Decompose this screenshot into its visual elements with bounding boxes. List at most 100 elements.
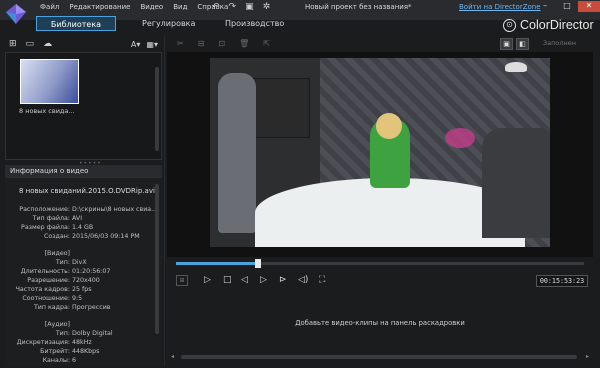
info-value: 6	[72, 357, 77, 364]
redo-icon[interactable]: ↷	[229, 2, 237, 12]
play-icon[interactable]: ▷	[204, 275, 211, 286]
info-value: 01:20:56:07	[72, 268, 111, 275]
main-tabs: Библиотека Регулировка Производство ⊙ Co…	[0, 14, 600, 34]
minimize-button[interactable]: –	[534, 1, 556, 12]
info-row: Тип: Dolby Digital	[5, 329, 155, 338]
crop-icon[interactable]: ✂	[177, 39, 184, 48]
compare-checkbox[interactable]: ⊞	[176, 275, 188, 286]
video-filename: 8 новых свиданий.2015.O.DVDRip.avi	[19, 187, 155, 195]
info-value: DivX	[72, 259, 87, 266]
info-row: Создан: 2015/06/03 09:14 PM	[5, 232, 155, 241]
next-frame-icon[interactable]: ▷	[260, 275, 267, 286]
merge-icon[interactable]: ⊡	[218, 39, 225, 48]
info-row: Частота кадров: 25 fps	[5, 285, 155, 294]
fullscreen-icon[interactable]: ⛶	[319, 275, 325, 286]
info-row	[5, 241, 155, 249]
tab-adjust[interactable]: Регулировка	[130, 16, 207, 31]
info-row: [Аудио]	[5, 320, 155, 329]
playback-controls: ⊞ ▷ □ ◁ ▷ ⊳ ◁) ⛶ 00:15:53:23	[167, 270, 593, 292]
video-info-panel: 8 новых свиданий.2015.O.DVDRip.avi Распо…	[5, 178, 162, 366]
info-row: Битрейт: 448Kbps	[5, 347, 155, 356]
export-icon[interactable]: ⇱	[263, 39, 270, 48]
font-size-dropdown[interactable]: A▾	[131, 40, 141, 49]
scroll-left-icon[interactable]: ◂	[171, 353, 174, 360]
timecode-display: 00:15:53:23	[536, 275, 588, 287]
info-row: Тип кадра: Прогрессив	[5, 303, 155, 312]
volume-icon[interactable]: ◁)	[298, 275, 308, 286]
info-key: Тип кадра:	[33, 304, 70, 311]
info-value: 48kHz	[72, 339, 92, 346]
info-key: Расположение:	[19, 206, 70, 213]
brand-name: ColorDirector	[520, 18, 594, 32]
menu-edit[interactable]: Редактирование	[69, 3, 130, 11]
scrub-played	[176, 262, 258, 265]
info-value: 25 fps	[72, 286, 92, 293]
maximize-button[interactable]: □	[556, 1, 578, 12]
info-row: [Видео]	[5, 249, 155, 258]
menu-file[interactable]: Файл	[40, 3, 59, 11]
info-key: Тип:	[55, 259, 70, 266]
info-scrollbar[interactable]	[155, 184, 159, 334]
quick-actions: ↶ ↷ ▣ ✲	[212, 2, 270, 12]
save-icon[interactable]: ▣	[245, 2, 254, 12]
info-row: Расположение: D:\скрины\8 новых свиа...	[5, 205, 158, 214]
library-scrollbar[interactable]	[155, 67, 159, 151]
adjust-icon[interactable]: ⊟	[198, 39, 205, 48]
media-library: 8 новых свида...	[5, 52, 162, 160]
info-row: Длительность: 01:20:56:07	[5, 267, 155, 276]
info-value: 1.4 GB	[72, 224, 94, 231]
info-row: Тип: DivX	[5, 258, 155, 267]
tab-library[interactable]: Библиотека	[36, 16, 116, 31]
preview-mode-icon[interactable]: ▣	[500, 38, 513, 50]
info-row: Дискретизация: 48kHz	[5, 338, 155, 347]
info-key: [Аудио]	[44, 321, 70, 328]
menu-view[interactable]: Вид	[173, 3, 187, 11]
info-value: 720x400	[72, 277, 100, 284]
storyboard-scroll-thumb[interactable]	[181, 355, 577, 359]
scroll-right-icon[interactable]: ▸	[586, 353, 589, 360]
tab-produce[interactable]: Производство	[213, 16, 296, 31]
directorzone-login-link[interactable]: Войти на DirectorZone	[459, 3, 541, 11]
video-info-header: Информация о видео	[5, 165, 162, 178]
stop-icon[interactable]: □	[223, 275, 232, 286]
close-button[interactable]: ✕	[578, 1, 600, 12]
import-folder-icon[interactable]: ▭	[26, 39, 35, 49]
panel-divider	[164, 36, 165, 366]
gear-icon[interactable]: ✲	[263, 2, 271, 12]
fill-dropdown[interactable]: Заполнен	[543, 39, 576, 47]
compare-mode-icon[interactable]: ◧	[516, 38, 529, 50]
info-row: Тип файла: AVI	[5, 214, 155, 223]
scrub-handle[interactable]	[254, 259, 261, 268]
info-value: 2015/06/03 09:14 PM	[72, 233, 140, 240]
info-row: Соотношение: 9:5	[5, 294, 155, 303]
info-key: Длительность:	[20, 268, 70, 275]
info-key: Тип файла:	[32, 215, 70, 222]
window-controls: – □ ✕	[534, 1, 600, 12]
info-key: Битрейт:	[40, 348, 70, 355]
storyboard-scrollbar[interactable]: ◂ ▸	[167, 352, 593, 362]
storyboard-hint: Добавьте видео-клипы на панель раскадров…	[295, 319, 465, 327]
import-media-icon[interactable]: ⊞	[9, 39, 17, 49]
previous-frame-icon[interactable]: ◁	[241, 275, 248, 286]
menu-video[interactable]: Видео	[140, 3, 163, 11]
cloud-download-icon[interactable]: ☁	[43, 39, 52, 49]
info-key: Частота кадров:	[15, 286, 70, 293]
menu-bar: Файл Редактирование Видео Вид Справка	[40, 3, 228, 11]
preview-toolbar: ✂ ⊟ ⊡ 🗑 ⇱ ▣ ◧ Заполнен	[167, 36, 593, 52]
library-toolbar: ⊞ ▭ ☁ A▾ ▦▾	[5, 36, 162, 52]
view-mode-dropdown[interactable]: ▦▾	[146, 40, 158, 49]
delete-icon[interactable]: 🗑	[239, 39, 249, 48]
info-row: Размер файла: 1.4 GB	[5, 223, 155, 232]
media-thumbnail[interactable]	[20, 59, 79, 104]
timeline-scrubber[interactable]	[176, 259, 584, 268]
info-key: Создан:	[43, 233, 70, 240]
info-row: Каналы: 6	[5, 356, 155, 365]
info-value: D:\скрины\8 новых свиа...	[72, 206, 158, 213]
fast-forward-icon[interactable]: ⊳	[279, 275, 287, 286]
info-key: Соотношение:	[22, 295, 70, 302]
info-value: Прогрессив	[72, 304, 111, 311]
undo-icon[interactable]: ↶	[212, 2, 220, 12]
info-value: 9:5	[72, 295, 83, 302]
video-info-list: Расположение: D:\скрины\8 новых свиа... Ти…	[5, 205, 158, 365]
info-key: Каналы:	[42, 357, 70, 364]
